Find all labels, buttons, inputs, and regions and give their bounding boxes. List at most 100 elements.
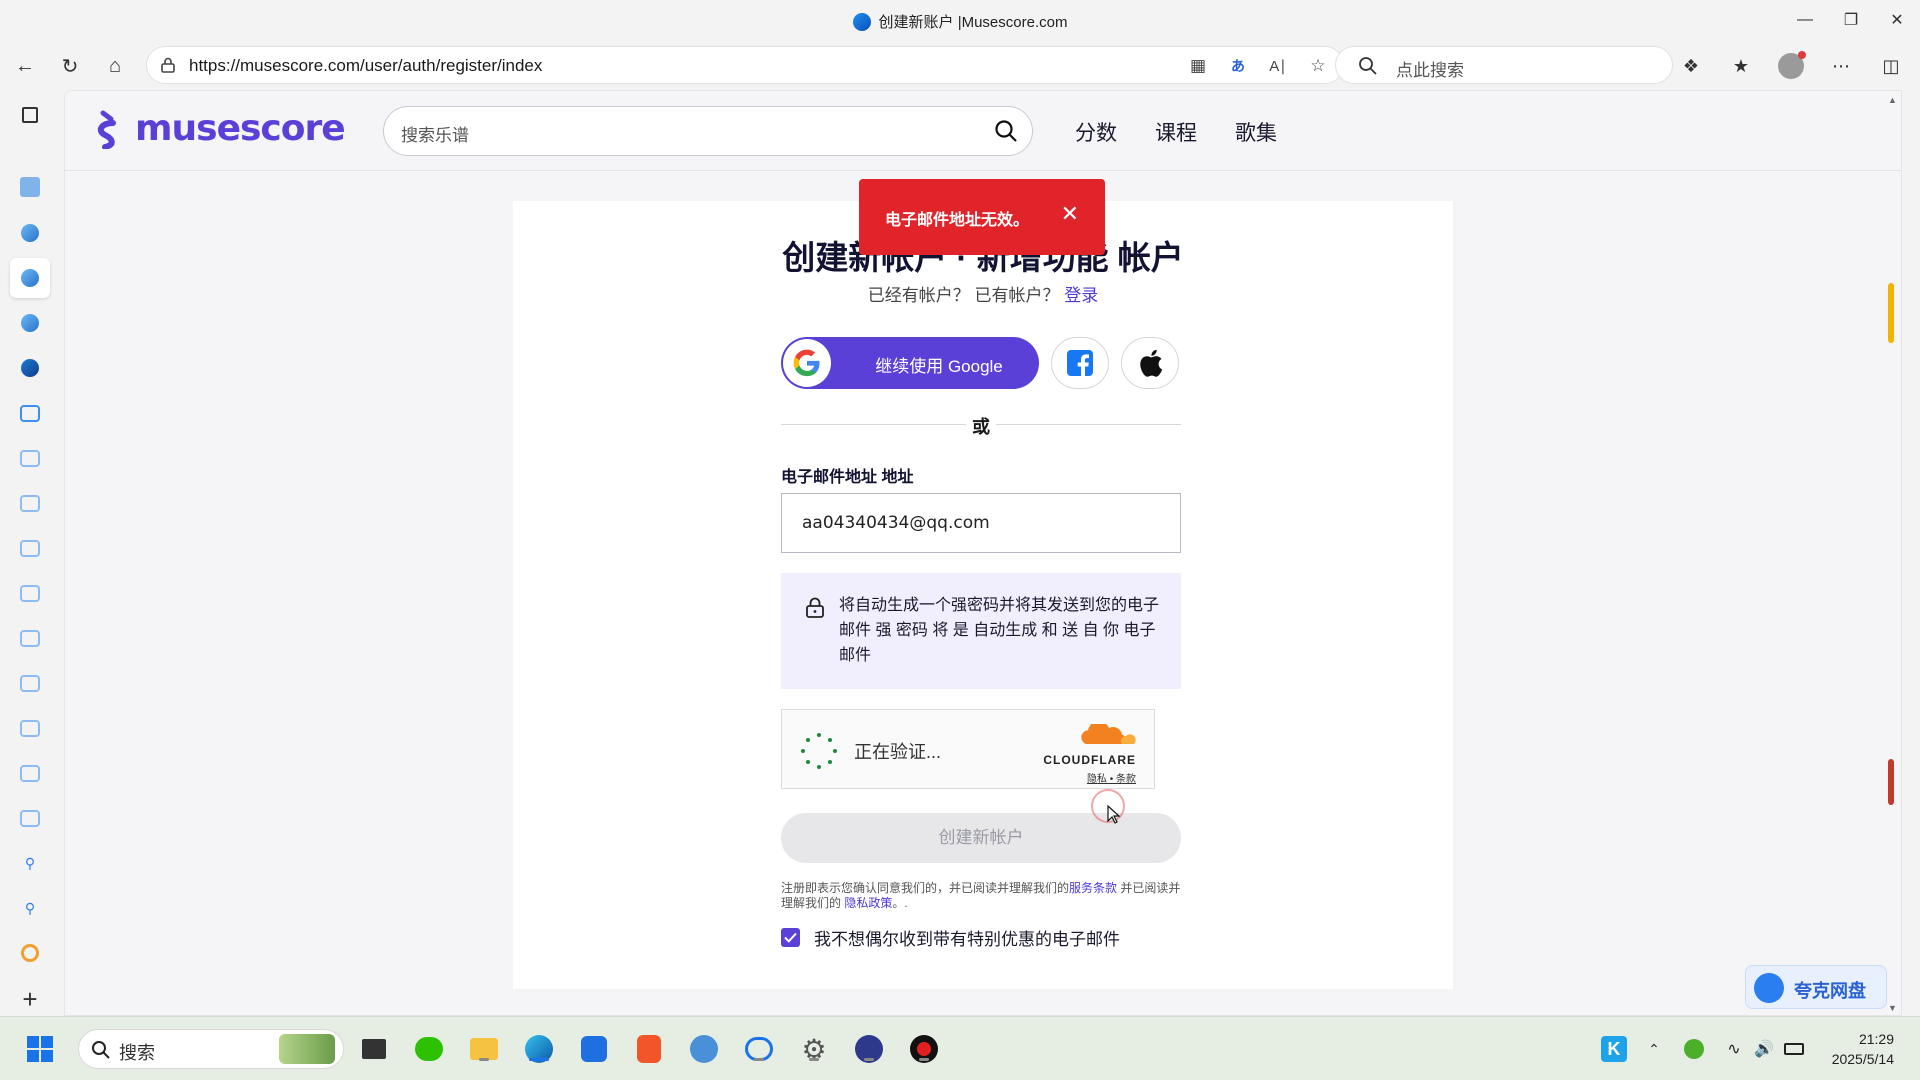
- tab-musescore-active[interactable]: [10, 258, 50, 298]
- nav-songbooks[interactable]: 歌集: [1235, 117, 1277, 147]
- scroll-up-arrow-icon[interactable]: ▲: [1888, 95, 1897, 105]
- login-link[interactable]: 登录: [1064, 286, 1098, 305]
- quark-cloud-taskbar-icon[interactable]: [743, 1033, 775, 1065]
- scrollbar-thumb[interactable]: [1888, 283, 1894, 343]
- terms-link[interactable]: 服务条款: [1069, 881, 1117, 895]
- tab-bilibili-icon[interactable]: [15, 533, 45, 563]
- favorite-star-icon[interactable]: ☆: [1307, 55, 1329, 77]
- page-scrollbar[interactable]: ▲ ▼: [1885, 91, 1897, 1015]
- tab-bilibili-icon[interactable]: [15, 803, 45, 833]
- extensions-icon[interactable]: ❖: [1676, 51, 1706, 81]
- taskbar-search[interactable]: 搜索: [78, 1029, 344, 1069]
- battery-icon[interactable]: [1778, 1033, 1810, 1065]
- tab-bilibili-icon[interactable]: [15, 713, 45, 743]
- wifi-icon[interactable]: ∿: [1718, 1033, 1750, 1065]
- browser-toolbar: ← ↻ ⌂ https://musescore.com/user/auth/re…: [0, 40, 1920, 90]
- volume-icon[interactable]: 🔊: [1748, 1033, 1780, 1065]
- optout-checkbox-row[interactable]: 我不想偶尔收到带有特别优惠的电子邮件: [781, 925, 1120, 950]
- kuaishou-tray-icon[interactable]: K: [1598, 1033, 1630, 1065]
- system-clock[interactable]: 21:29 2025/5/14: [1832, 1029, 1894, 1069]
- restore-button[interactable]: ❐: [1828, 6, 1874, 34]
- task-view-icon[interactable]: [358, 1033, 390, 1065]
- quark-label: 夸克网盘: [1794, 981, 1866, 1001]
- settings-gear-icon[interactable]: ⚙: [798, 1033, 830, 1065]
- tab-app-icon[interactable]: [15, 938, 45, 968]
- cloudflare-cloud-icon: [1081, 721, 1136, 744]
- facebook-signin-button[interactable]: [1051, 337, 1109, 389]
- loading-spinner-icon: [801, 733, 837, 769]
- tab-search-icon[interactable]: ⚲: [15, 848, 45, 878]
- minimize-button[interactable]: —: [1782, 6, 1828, 34]
- cloud-icon: [1754, 973, 1784, 1003]
- brave-browser-icon[interactable]: [633, 1033, 665, 1065]
- app-icon[interactable]: [578, 1033, 610, 1065]
- vertical-tabs-sidebar: ⚲ ⚲ +: [0, 90, 62, 1016]
- close-window-button[interactable]: ✕: [1874, 6, 1920, 34]
- tab-bilibili-icon[interactable]: [15, 758, 45, 788]
- optout-checkbox[interactable]: [781, 928, 800, 947]
- login-prompt: 已经有帐户？ 已有帐户？ 登录: [65, 281, 1901, 306]
- refresh-button[interactable]: ↻: [55, 51, 85, 81]
- wechat-icon[interactable]: [413, 1033, 445, 1065]
- scroll-down-arrow-icon[interactable]: ▼: [1888, 1003, 1897, 1013]
- tab-app-icon[interactable]: [15, 172, 45, 202]
- tab-bilibili-icon[interactable]: [15, 668, 45, 698]
- address-bar[interactable]: https://musescore.com/user/auth/register…: [146, 46, 1344, 84]
- apple-signin-button[interactable]: [1121, 337, 1179, 389]
- profile-avatar[interactable]: [1776, 51, 1806, 81]
- url-text[interactable]: https://musescore.com/user/auth/register…: [189, 56, 542, 76]
- email-input[interactable]: [802, 513, 1162, 533]
- tab-search-icon[interactable]: ⚲: [15, 893, 45, 923]
- back-button[interactable]: ←: [10, 51, 40, 81]
- email-field[interactable]: [781, 493, 1181, 553]
- file-explorer-icon[interactable]: [468, 1033, 500, 1065]
- tab-bilibili-icon[interactable]: [15, 488, 45, 518]
- translate-icon[interactable]: あ: [1227, 55, 1249, 77]
- edge-browser-icon[interactable]: [523, 1033, 555, 1065]
- read-aloud-icon[interactable]: A∣: [1267, 55, 1289, 77]
- search-icon: [1359, 57, 1377, 75]
- browser-search-box[interactable]: 点此搜索: [1335, 46, 1673, 84]
- recorder-app-icon[interactable]: [908, 1033, 940, 1065]
- tab-actions-icon[interactable]: [15, 100, 45, 130]
- start-windows-icon[interactable]: [24, 1033, 56, 1065]
- nav-courses[interactable]: 课程: [1155, 117, 1197, 147]
- tab-bilibili-icon[interactable]: [15, 578, 45, 608]
- windows-taskbar: 搜索 ⚙ K ⌃ ∿ 🔊 21:29 2025/5/14: [0, 1016, 1920, 1080]
- app-available-icon[interactable]: ▦: [1187, 55, 1209, 77]
- google-signin-button[interactable]: 继续使用 Google: [781, 337, 1039, 389]
- score-search-input[interactable]: 搜索乐谱: [383, 106, 1033, 156]
- privacy-link[interactable]: 隐私政策: [844, 896, 892, 910]
- home-button[interactable]: ⌂: [100, 51, 130, 81]
- tab-edge-icon[interactable]: [15, 308, 45, 338]
- more-menu-icon[interactable]: ⋯: [1826, 51, 1856, 81]
- quark-cloud-button[interactable]: 夸克网盘: [1745, 965, 1887, 1009]
- cloudflare-captcha[interactable]: 正在验证... CLOUDFLARE 隐私 • 条款: [781, 709, 1155, 789]
- nav-scores[interactable]: 分数: [1075, 117, 1117, 147]
- tab-edge-icon[interactable]: [15, 353, 45, 383]
- tab-bilibili-icon[interactable]: [15, 443, 45, 473]
- globe-app-icon[interactable]: [688, 1033, 720, 1065]
- logo-text: musescore: [135, 108, 346, 149]
- cloudflare-brand: CLOUDFLARE 隐私 • 条款: [1043, 721, 1136, 785]
- cloudflare-wordmark: CLOUDFLARE: [1043, 753, 1136, 767]
- tray-app-icon[interactable]: [1678, 1033, 1710, 1065]
- tab-bilibili-icon[interactable]: [15, 398, 45, 428]
- chevron-up-icon[interactable]: ⌃: [1638, 1033, 1670, 1065]
- tab-bilibili-icon[interactable]: [15, 623, 45, 653]
- search-icon: [92, 1041, 110, 1059]
- search-icon[interactable]: [994, 119, 1018, 143]
- musescore-logo[interactable]: musescore: [93, 108, 346, 149]
- tab-edge-icon[interactable]: [15, 218, 45, 248]
- cloudflare-privacy-terms[interactable]: 隐私 • 条款: [1043, 770, 1136, 785]
- musescore-app-icon[interactable]: [853, 1033, 885, 1065]
- email-label: 电子邮件地址 地址: [781, 469, 914, 486]
- sidebar-toggle-icon[interactable]: ◫: [1876, 51, 1906, 81]
- favorites-icon[interactable]: ★: [1726, 51, 1756, 81]
- create-account-button[interactable]: 创建新帐户: [781, 813, 1181, 863]
- site-info-icon[interactable]: [161, 57, 175, 73]
- close-icon[interactable]: ✕: [1061, 203, 1079, 225]
- error-toast: 电子邮件地址无效。 ✕: [859, 179, 1105, 255]
- new-tab-plus-icon[interactable]: +: [15, 984, 45, 1014]
- google-signin-label: 继续使用 Google: [875, 357, 1003, 376]
